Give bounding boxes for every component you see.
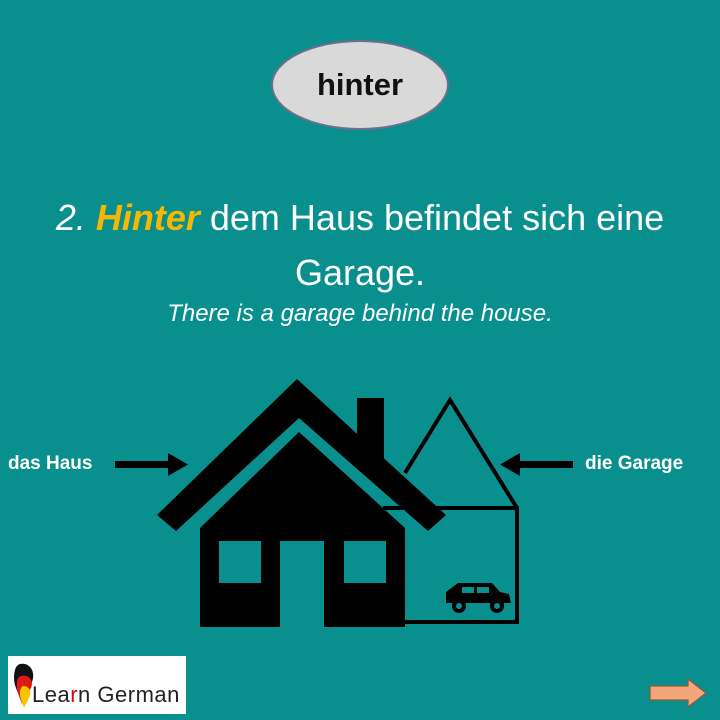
arrow-to-garage-icon — [500, 453, 573, 476]
learn-german-logo: Learn German — [8, 656, 186, 714]
house-window-left — [219, 541, 261, 583]
logo-text: Learn German — [32, 682, 180, 707]
house-window-right — [344, 541, 386, 583]
arrow-right-icon — [649, 678, 707, 708]
arrow-to-house-icon — [115, 453, 188, 476]
next-arrow-button[interactable] — [648, 678, 708, 708]
house-garage-illustration — [115, 379, 573, 627]
car-icon — [446, 583, 511, 613]
